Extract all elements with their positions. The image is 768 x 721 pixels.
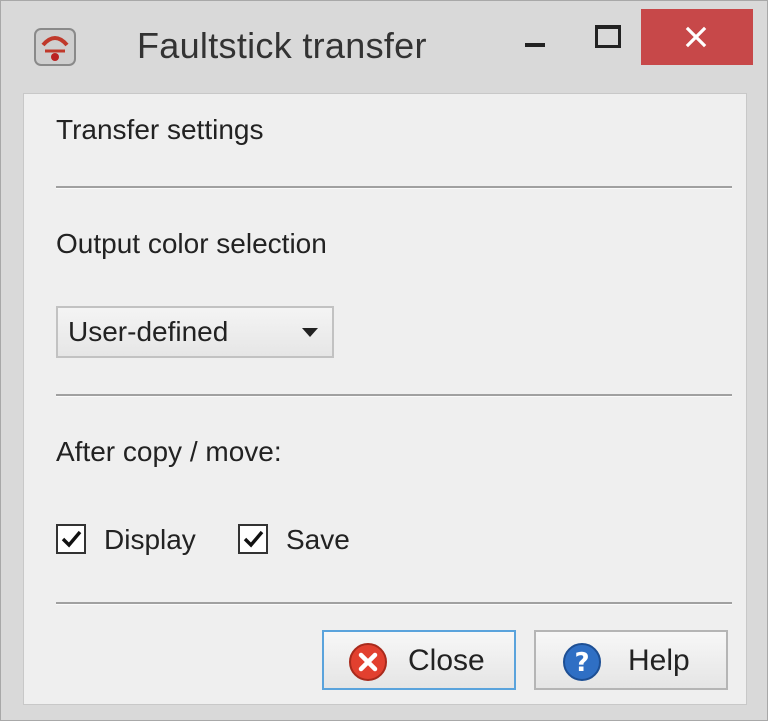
help-question-icon: ? (563, 643, 601, 681)
title-bar[interactable]: Faultstick transfer (1, 1, 767, 93)
window-title: Faultstick transfer (137, 25, 427, 66)
close-button-label: Close (408, 644, 485, 677)
maximize-button[interactable] (581, 13, 633, 65)
transfer-settings-heading: Transfer settings (56, 114, 264, 145)
checkmark-icon (61, 530, 82, 548)
help-button[interactable]: ? Help (534, 630, 728, 690)
display-checkbox-label[interactable]: Display (104, 524, 196, 556)
window-close-button[interactable] (641, 9, 753, 65)
separator (56, 394, 732, 397)
output-color-label: Output color selection (56, 228, 327, 259)
help-button-label: Help (628, 644, 690, 677)
close-button[interactable]: Close (322, 630, 516, 690)
save-checkbox[interactable] (238, 524, 268, 554)
separator (56, 602, 732, 605)
app-icon[interactable] (33, 27, 77, 67)
save-checkbox-label[interactable]: Save (286, 524, 350, 556)
dialog-window: Faultstick transfer Transfer settings Ou… (0, 0, 768, 721)
svg-text:?: ? (574, 648, 589, 678)
minimize-button[interactable] (509, 13, 561, 65)
separator (56, 186, 732, 189)
output-color-select-value: User-defined (68, 316, 229, 347)
after-copy-label: After copy / move: (56, 436, 282, 467)
dialog-content: Transfer settings Output color selection… (23, 93, 747, 705)
close-circle-icon (349, 643, 387, 681)
checkmark-icon (243, 530, 264, 548)
close-icon (685, 26, 707, 48)
dropdown-arrow-icon (302, 328, 318, 337)
output-color-select[interactable]: User-defined (56, 306, 334, 358)
display-checkbox[interactable] (56, 524, 86, 554)
